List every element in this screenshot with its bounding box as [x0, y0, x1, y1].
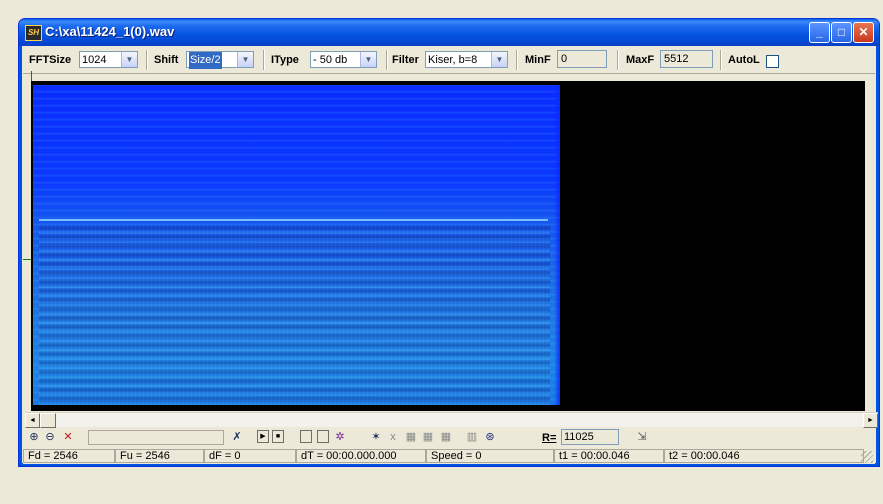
frequency-marker[interactable] [23, 259, 31, 260]
chevron-down-icon[interactable]: ▼ [237, 52, 253, 67]
zoom-out-icon[interactable]: ⊖ [43, 430, 57, 444]
status-dt: dT = 00:00.000.000 [296, 449, 426, 463]
fftsize-label: FFTSize [29, 54, 72, 66]
status-speed: Speed = 0 [426, 449, 554, 463]
status-bar: Fd = 2546 Fu = 2546 dF = 0 dT = 00:00.00… [23, 448, 875, 464]
rate-field[interactable]: 11025 [561, 429, 619, 445]
toolbar-separator [617, 50, 619, 70]
toolbar-separator [146, 50, 148, 70]
itype-select[interactable]: - 50 db ▼ [310, 51, 377, 68]
filter-select[interactable]: Kiser, b=8 ▼ [425, 51, 508, 68]
chevron-down-icon[interactable]: ▼ [121, 52, 137, 67]
resize-grip[interactable] [861, 451, 873, 463]
play-icon[interactable]: ▶ [257, 430, 269, 443]
toolbar-separator [263, 50, 265, 70]
spectrogram-window: SH C:\xa\11424_1(0).wav _ □ ✕ FFTSize 10… [18, 18, 880, 467]
control-bar: ⊕ ⊖ ✕ ✗ ▶ ■ ✲ ✶ x ▦ ▦ ▦ ▥ ⊛ R= 11025 ⇲ [23, 427, 875, 447]
chevron-down-icon[interactable]: ▼ [491, 52, 507, 67]
shift-select[interactable]: Size/2 ▼ [186, 51, 254, 69]
spectrogram-area[interactable] [31, 81, 865, 411]
box-1-icon[interactable] [300, 430, 312, 443]
cursor-x-icon[interactable]: x [386, 430, 400, 444]
zoom-reset-icon[interactable]: ✕ [61, 430, 75, 444]
status-df: dF = 0 [204, 449, 296, 463]
autol-label: AutoL [728, 54, 760, 66]
grid-3-icon[interactable]: ▦ [439, 430, 453, 444]
status-t1: t1 = 00:00.046 [554, 449, 664, 463]
maxf-label: MaxF [626, 54, 655, 66]
export-icon[interactable]: ⇲ [635, 430, 649, 444]
status-fu: Fu = 2546 [115, 449, 204, 463]
scroll-thumb[interactable] [40, 413, 56, 428]
spectrogram-image[interactable] [33, 85, 560, 405]
grid-4-icon[interactable]: ▥ [465, 430, 479, 444]
stop-icon[interactable]: ■ [272, 430, 284, 443]
chevron-down-icon[interactable]: ▼ [360, 52, 376, 67]
close-button[interactable]: ✕ [853, 22, 874, 43]
maxf-field[interactable]: 5512 [660, 50, 713, 68]
ruler-top-marker [31, 71, 32, 81]
toolbar-separator [386, 50, 388, 70]
shift-value: Size/2 [189, 52, 222, 69]
filter-value: Kiser, b=8 [428, 54, 478, 66]
horizontal-scrollbar[interactable]: ◄ ► [25, 412, 878, 428]
grid-1-icon[interactable]: ▦ [404, 430, 418, 444]
spectral-harmonics [39, 225, 550, 405]
grid-2-icon[interactable]: ▦ [421, 430, 435, 444]
autol-checkbox[interactable] [766, 55, 779, 68]
toolbar-separator [720, 50, 722, 70]
itype-label: IType [271, 54, 299, 66]
fftsize-select[interactable]: 1024 ▼ [79, 51, 138, 68]
minf-label: MinF [525, 54, 551, 66]
clear-icon[interactable]: ✗ [230, 430, 244, 444]
toolbar: FFTSize 1024 ▼ Shift Size/2 ▼ IType - 50… [23, 47, 875, 74]
status-fd: Fd = 2546 [23, 449, 115, 463]
target-icon[interactable]: ⊛ [483, 430, 497, 444]
minf-field[interactable]: 0 [557, 50, 607, 68]
position-slider[interactable] [88, 430, 224, 445]
itype-value: - 50 db [313, 54, 348, 66]
shift-label: Shift [154, 54, 179, 66]
title-bar[interactable]: SH C:\xa\11424_1(0).wav _ □ ✕ [19, 19, 879, 46]
box-2-icon[interactable] [317, 430, 329, 443]
rate-label: R= [542, 432, 557, 444]
maximize-button[interactable]: □ [831, 22, 852, 43]
app-icon[interactable]: SH [25, 25, 42, 41]
spectrogram-edge [554, 85, 560, 405]
toolbar-separator [516, 50, 518, 70]
cursor-star-icon[interactable]: ✶ [369, 430, 383, 444]
spectral-line [39, 219, 548, 221]
status-t2: t2 = 00:00.046 [664, 449, 864, 463]
minimize-button[interactable]: _ [809, 22, 830, 43]
scroll-left-button[interactable]: ◄ [25, 413, 40, 428]
zoom-in-icon[interactable]: ⊕ [27, 430, 41, 444]
filter-label: Filter [392, 54, 419, 66]
frequency-ruler[interactable] [23, 71, 32, 411]
window-title: C:\xa\11424_1(0).wav [45, 24, 175, 39]
fftsize-value: 1024 [82, 54, 107, 66]
scroll-right-button[interactable]: ► [863, 413, 878, 428]
settings-icon[interactable]: ✲ [333, 430, 347, 444]
